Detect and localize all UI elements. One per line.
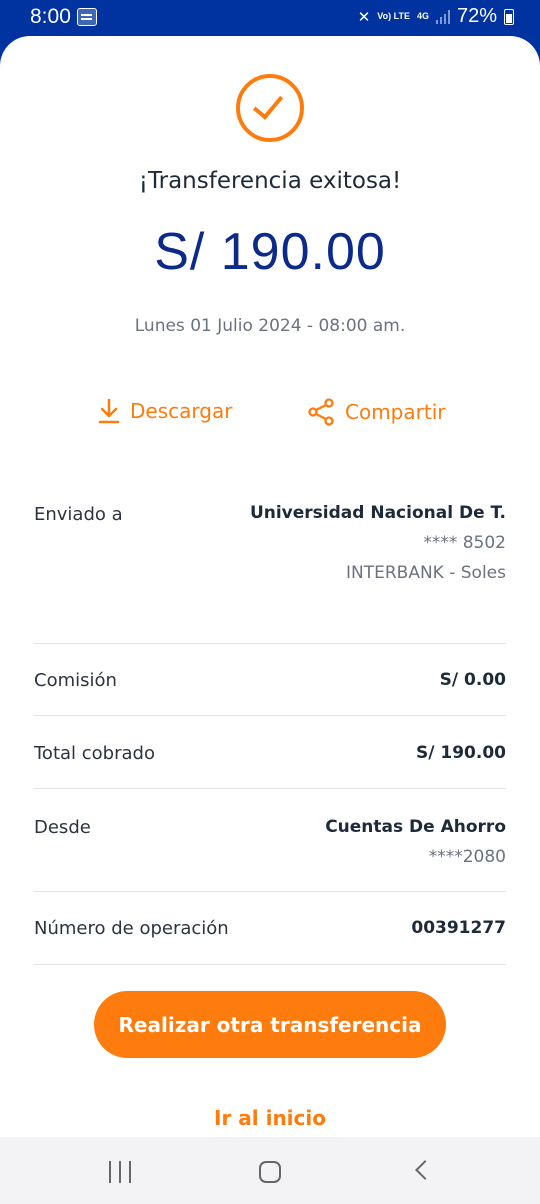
battery-percent: 72% (456, 5, 497, 27)
new-transfer-button[interactable]: Realizar otra transferencia (94, 991, 446, 1058)
recents-icon[interactable] (109, 1161, 131, 1183)
total-label: Total cobrado (34, 743, 155, 764)
commission-label: Comisión (34, 670, 117, 691)
status-icons: ✕ Vo) LTE 4G 72% (358, 5, 514, 28)
go-home-link[interactable]: Ir al inicio (0, 1106, 540, 1130)
download-label: Descargar (130, 399, 233, 423)
detail-row-sent-to: Enviado a Universidad Nacional De T. ***… (34, 496, 506, 644)
recipient-name: Universidad Nacional De T. (249, 503, 506, 523)
status-bar: 8:00 ✕ Vo) LTE 4G 72% (0, 0, 540, 36)
notification-icon (77, 8, 97, 26)
transfer-date: Lunes 01 Julio 2024 - 08:00 am. (134, 316, 406, 336)
check-circle-icon (236, 74, 304, 142)
signal-icon (435, 9, 450, 24)
volte-icon: Vo) LTE (377, 11, 410, 21)
battery-icon (504, 8, 514, 25)
detail-row-commission: Comisión S/ 0.00 (34, 644, 506, 716)
operation-label: Número de operación (34, 918, 229, 939)
receipt-card: ¡Transferencia exitosa! S/ 190.00 Lunes … (0, 36, 540, 1204)
recipient-account: **** 8502 (423, 533, 506, 553)
share-label: Compartir (345, 400, 446, 424)
commission-value: S/ 0.00 (439, 670, 506, 690)
download-icon (98, 398, 120, 424)
status-time: 8:00 (30, 5, 71, 28)
share-button[interactable]: Compartir (307, 398, 445, 426)
success-title: ¡Transferencia exitosa! (138, 168, 402, 194)
recipient-bank: INTERBANK - Soles (346, 563, 506, 583)
operation-number: 00391277 (411, 918, 506, 938)
network-icon: 4G (416, 11, 429, 21)
detail-row-total: Total cobrado S/ 190.00 (34, 716, 506, 789)
from-account-name: Cuentas De Ahorro (325, 817, 506, 837)
sent-to-label: Enviado a (34, 504, 123, 525)
transfer-details: Enviado a Universidad Nacional De T. ***… (34, 496, 506, 965)
from-account-number: ****2080 (428, 847, 506, 867)
total-value: S/ 190.00 (416, 743, 506, 763)
home-icon[interactable] (259, 1161, 281, 1183)
share-icon (308, 398, 334, 426)
detail-row-operation: Número de operación 00391277 (34, 892, 506, 965)
system-nav-bar (0, 1137, 540, 1204)
from-label: Desde (34, 817, 91, 838)
download-button[interactable]: Descargar (98, 398, 232, 424)
back-icon[interactable] (415, 1160, 435, 1180)
detail-row-from: Desde Cuentas De Ahorro ****2080 (34, 789, 506, 892)
mute-icon: ✕ (357, 8, 371, 26)
transfer-amount: S/ 190.00 (154, 223, 386, 281)
